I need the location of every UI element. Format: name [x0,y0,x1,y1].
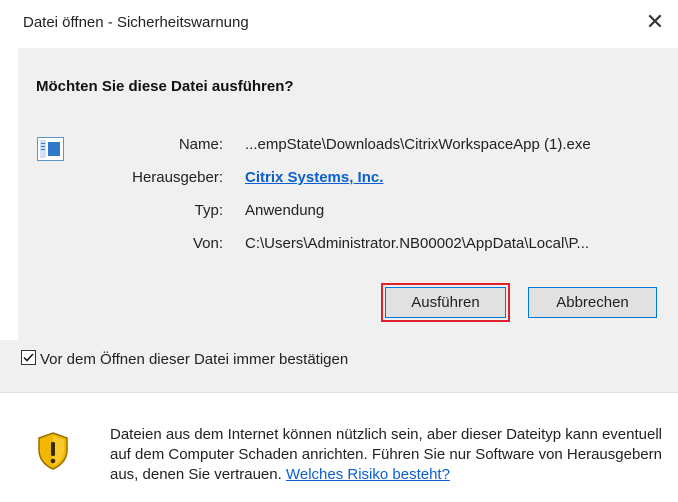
always-confirm-label[interactable]: Vor dem Öffnen dieser Datei immer bestät… [40,351,348,368]
name-label: Name: [178,136,223,153]
question-heading: Möchten Sie diese Datei ausführen? [36,78,294,95]
title-bar: Datei öffnen - Sicherheitswarnung ✕ [0,0,678,48]
warning-area: Dateien aus dem Internet können nützlich… [0,392,678,502]
run-button[interactable]: Ausführen [381,283,510,322]
window-title: Datei öffnen - Sicherheitswarnung [23,14,249,31]
publisher-label: Herausgeber: [132,169,223,186]
publisher-link[interactable]: Citrix Systems, Inc. [245,169,383,186]
cancel-button[interactable]: Abbrechen [528,287,657,318]
checkmark-icon [23,353,34,362]
name-value: ...empState\Downloads\CitrixWorkspaceApp… [245,136,591,153]
checkbox-row: Vor dem Öffnen dieser Datei immer bestät… [0,340,678,392]
type-label: Typ: [194,202,223,219]
divider [0,392,678,393]
type-value: Anwendung [245,202,325,219]
warning-text: Dateien aus dem Internet können nützlich… [110,425,676,485]
from-value: C:\Users\Administrator.NB00002\AppData\L… [245,235,590,252]
dialog-content: Möchten Sie diese Datei ausführen? Name:… [18,48,678,340]
close-button[interactable]: ✕ [632,0,678,44]
from-label: Von: [192,235,223,252]
always-confirm-checkbox[interactable] [21,350,36,365]
shield-warning-icon [38,432,68,470]
risk-link[interactable]: Welches Risiko besteht? [286,466,450,483]
left-edge [0,48,18,340]
close-icon: ✕ [645,9,665,34]
